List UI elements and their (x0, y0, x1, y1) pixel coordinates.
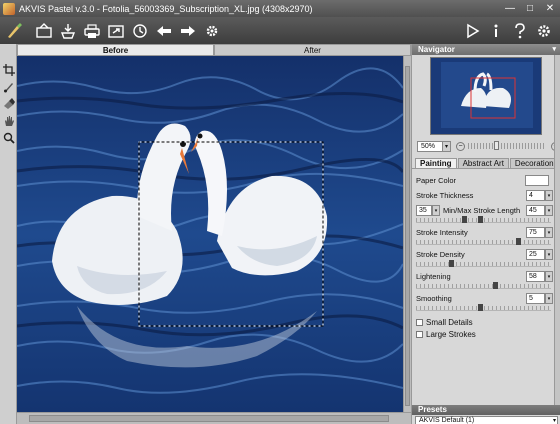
hand-tool-icon[interactable] (1, 113, 16, 128)
tab-before[interactable]: Before (17, 44, 214, 56)
logo-brush-icon (4, 21, 24, 41)
stroke-intensity-label: Stroke Intensity (416, 227, 468, 237)
navigator-title: Navigator (418, 45, 455, 54)
stroke-intensity-field[interactable]: 75 (526, 226, 545, 238)
presets-section: Presets AKVIS Default (1) ▾ (412, 405, 560, 424)
tab-after[interactable]: After (214, 44, 411, 56)
small-details-label: Small Details (426, 318, 473, 327)
minmax-stroke-label: Min/Max Stroke Length (443, 205, 521, 215)
zoom-tool-icon[interactable] (1, 130, 16, 145)
min-stroke-spinner[interactable]: ▾ (432, 204, 440, 216)
panel-scrollbar[interactable] (554, 55, 560, 405)
presets-selected: AKVIS Default (1) (419, 417, 475, 424)
lightening-spinner[interactable]: ▾ (545, 270, 553, 282)
stroke-thickness-label: Stroke Thickness (416, 190, 474, 200)
smoothing-field[interactable]: 5 (526, 292, 545, 304)
collapse-icon[interactable]: ▾ (552, 44, 556, 55)
vertical-scrollbar[interactable] (403, 56, 411, 412)
dropdown-arrow-icon: ▾ (552, 418, 556, 424)
app-logo-icon (3, 2, 15, 15)
stroke-density-slider[interactable] (416, 260, 551, 267)
print-icon[interactable] (82, 21, 102, 41)
stroke-intensity-slider[interactable] (416, 238, 551, 245)
zoom-dropdown-icon[interactable]: ▾ (443, 140, 451, 152)
settings-panel: Navigator ▾ 50% ▾ − + Painting Abstract … (411, 44, 560, 424)
tab-painting[interactable]: Painting (415, 158, 457, 168)
close-button[interactable]: ✕ (540, 0, 560, 17)
redo-icon[interactable] (178, 21, 198, 41)
smoothing-label: Smoothing (416, 293, 452, 303)
large-strokes-label: Large Strokes (426, 330, 476, 339)
main-toolbar (0, 17, 560, 44)
paper-color-label: Paper Color (416, 175, 457, 185)
preferences-icon[interactable] (534, 21, 554, 41)
zoom-out-button[interactable]: − (456, 141, 465, 151)
navigator-header: Navigator ▾ (412, 44, 560, 55)
zoom-field[interactable]: 50% (417, 140, 443, 152)
stroke-thickness-field[interactable]: 4 (526, 189, 545, 201)
undo-icon[interactable] (154, 21, 174, 41)
small-details-checkbox[interactable] (416, 319, 423, 326)
smoothing-spinner[interactable]: ▾ (545, 292, 553, 304)
presets-header: Presets (412, 405, 560, 415)
stroke-density-label: Stroke Density (416, 249, 465, 259)
stroke-thickness-spinner[interactable]: ▾ (545, 189, 553, 201)
stroke-length-slider[interactable] (416, 216, 551, 223)
paper-color-swatch[interactable] (525, 174, 549, 186)
max-stroke-spinner[interactable]: ▾ (545, 204, 553, 216)
open-icon[interactable] (34, 21, 54, 41)
window-title: AKVIS Pastel v.3.0 - Fotolia_56003369_Su… (19, 3, 313, 14)
large-strokes-checkbox[interactable] (416, 331, 423, 338)
stroke-density-field[interactable]: 25 (526, 248, 545, 260)
presets-title: Presets (418, 405, 447, 414)
batch-icon[interactable] (130, 21, 150, 41)
smoothing-slider[interactable] (416, 304, 551, 311)
stroke-intensity-spinner[interactable]: ▾ (545, 226, 553, 238)
navigator-preview[interactable] (430, 57, 542, 135)
eraser-tool-icon[interactable] (1, 96, 16, 111)
presets-dropdown[interactable]: AKVIS Default (1) ▾ (415, 416, 558, 424)
painting-settings: Paper Color Stroke Thickness 4 ▾ 35 ▾ Mi… (412, 169, 560, 340)
swans-photo (17, 56, 403, 412)
minimize-button[interactable]: — (500, 0, 520, 17)
tab-abstract-art[interactable]: Abstract Art (457, 158, 509, 168)
zoom-slider[interactable] (468, 141, 546, 150)
max-stroke-field[interactable]: 45 (526, 204, 545, 216)
save-icon[interactable] (58, 21, 78, 41)
crop-tool-icon[interactable] (1, 62, 16, 77)
help-icon[interactable] (510, 21, 530, 41)
image-canvas[interactable] (17, 56, 403, 412)
info-icon[interactable] (486, 21, 506, 41)
lightening-field[interactable]: 58 (526, 270, 545, 282)
min-stroke-field[interactable]: 35 (416, 204, 432, 216)
lightening-label: Lightening (416, 271, 451, 281)
stroke-density-spinner[interactable]: ▾ (545, 248, 553, 260)
brush-tool-icon[interactable] (1, 79, 16, 94)
title-bar: AKVIS Pastel v.3.0 - Fotolia_56003369_Su… (0, 0, 560, 17)
share-icon[interactable] (106, 21, 126, 41)
settings-icon[interactable] (202, 21, 222, 41)
maximize-button[interactable]: □ (520, 0, 540, 17)
lightening-slider[interactable] (416, 282, 551, 289)
horizontal-scrollbar[interactable] (17, 412, 411, 424)
tool-strip (0, 44, 17, 424)
zoom-slider-handle[interactable] (494, 141, 499, 150)
tab-decoration[interactable]: Decoration (509, 158, 559, 168)
run-icon[interactable] (462, 21, 482, 41)
